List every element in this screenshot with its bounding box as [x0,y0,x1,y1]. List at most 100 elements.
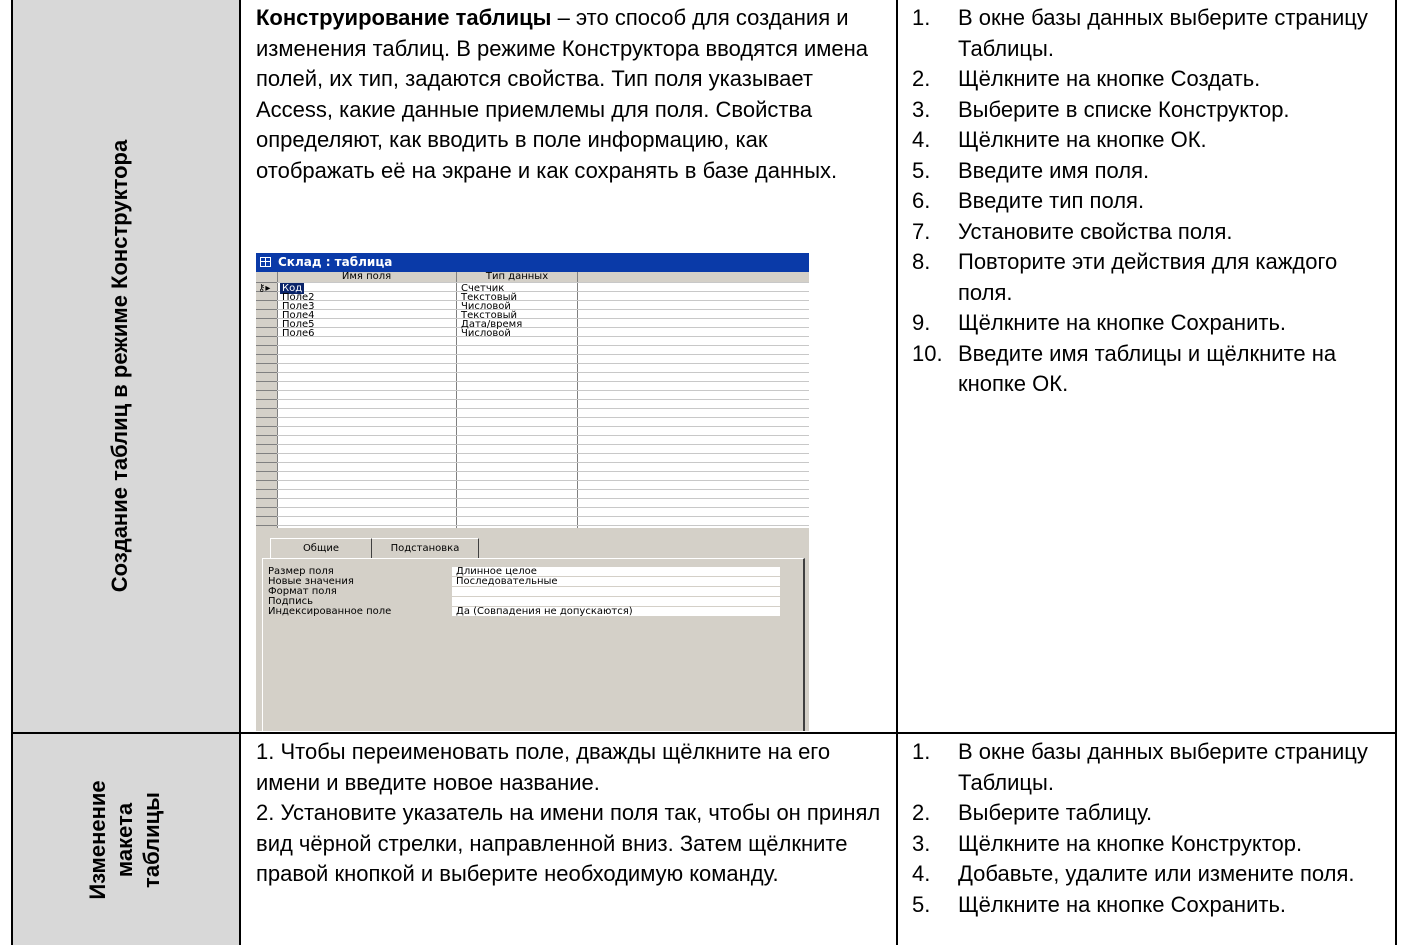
selector-row-line [256,462,277,463]
grid-row-line [256,489,809,490]
selector-row-line [256,471,277,472]
selector-row-line [256,327,277,328]
selector-row-line [256,336,277,337]
tab-general: Общие [270,538,372,559]
selector-row-line [256,426,277,427]
row1-description-text: – это способ для создания и изменения та… [256,5,869,183]
selector-row-line [256,435,277,436]
selector-row-line [256,363,277,364]
row1-description-term: Конструирование таблицы [256,5,552,30]
grid-row-line [256,318,809,319]
property-value-2: Последовательные [452,577,780,587]
field-type-6: Числовой [461,328,511,339]
grid-row-line [256,399,809,400]
row2-paragraph-2: 2. Установите указатель на имени поля та… [256,800,881,886]
list-item: 4. Щёлкните на кнопке ОК. [912,127,1207,152]
row2-label-line3: таблицы [139,792,164,888]
column-header-data-type: Тип данных [485,271,549,282]
selector-row-line [256,480,277,481]
table-border-col1 [239,0,241,945]
row2-paragraph-1: 1. Чтобы переименовать поле, дважды щёлк… [256,739,831,795]
selector-row-line [256,354,277,355]
grid-row-line [256,372,809,373]
grid-row-line [256,309,809,310]
grid-row-line [256,381,809,382]
selector-row-line [256,498,277,499]
grid-row-line [256,444,809,445]
primary-key-icon: ⚷▸ [258,283,271,294]
property-value-5: Да (Совпадения не допускаются) [452,607,780,617]
list-item: 6. Введите тип поля. [912,188,1145,213]
row2-steps-list: 1. В окне базы данных выберите страницу Т… [912,737,1390,920]
row1-steps-list: 1. В окне базы данных выберите страницу Т… [912,3,1390,400]
selector-row-line [256,408,277,409]
selector-row-line [256,300,277,301]
field-grid: Имя поля Тип данных ⚷▸ Код Счетчик Поле2… [256,271,809,528]
column-header-field-name: Имя поля [341,271,392,282]
selector-row-line [256,399,277,400]
list-item: 1. В окне базы данных выберите страницу Т… [912,5,1368,61]
grid-row-line [256,426,809,427]
selector-row-line [256,309,277,310]
table-icon [260,257,271,267]
grid-row-line [256,471,809,472]
row2-vertical-label: Изменение макета таблицы [84,760,168,920]
list-item: 7. Установите свойства поля. [912,218,1233,244]
row1-description: Конструирование таблицы – это способ для… [256,3,886,186]
grid-row-line [256,525,809,526]
property-label-5: Индексированное поле [268,606,392,617]
list-item: 3. Выберите в списке Конструктор. [912,96,1290,122]
tab-lookup: Подстановка [372,538,479,559]
grid-row-line [256,354,809,355]
table-border-row [11,732,1397,734]
grid-row-line [256,390,809,391]
selector-row-line [256,390,277,391]
field-name-6: Поле6 [282,328,315,339]
designer-title: Склад : таблица [278,255,393,269]
list-item: 1. В окне базы данных выберите страницу Т… [912,739,1368,795]
grid-row-line [256,300,809,301]
grid-row-line [256,462,809,463]
selector-row-line [256,318,277,319]
grid-row-line [256,291,809,292]
selector-row-line [256,417,277,418]
row2-label-line1: Изменение [85,780,110,900]
grid-row-line [256,345,809,346]
grid-row-line [256,516,809,517]
table-designer-screenshot: Склад : таблица Имя поля Тип данных ⚷▸ К… [256,253,809,731]
selector-row-line [256,516,277,517]
list-item: 9. Щёлкните на кнопке Сохранить. [912,310,1287,335]
grid-row-line [256,507,809,508]
grid-row-line [256,453,809,454]
grid-row-line [256,417,809,418]
property-value-3 [452,587,780,597]
list-item: 2. Щёлкните на кнопке Создать. [912,66,1261,91]
grid-row-line [256,408,809,409]
selector-row-line [256,507,277,508]
row2-description: 1. Чтобы переименовать поле, дважды щёлк… [256,737,888,890]
table-border-left [11,0,13,945]
list-item: 5. Щёлкните на кнопке Сохранить. [912,891,1287,917]
list-item: 8. Повторите эти действия для каждого пол… [912,249,1338,305]
selector-row-line [256,381,277,382]
table-border-right [1395,0,1397,945]
grid-row-line [256,327,809,328]
grid-row-line [256,282,809,283]
grid-row-line [256,480,809,481]
selector-row-line [256,453,277,454]
selector-row-line [256,372,277,373]
list-item: 5. Введите имя поля. [912,157,1150,183]
row2-label-line2: макета [112,802,137,878]
list-item: 3. Щёлкните на кнопке Конструктор. [912,830,1303,856]
grid-row-line [256,363,809,364]
list-item: 10. Введите имя таблицы и щёлкните на кно… [912,340,1337,397]
list-item: 4. Добавьте, удалите или измените поля. [912,861,1355,886]
grid-row-line [256,336,809,337]
field-properties-panel: Общие Подстановка Размер поля Длинное це… [262,538,809,731]
list-item: 2. Выберите таблицу. [912,800,1153,825]
selector-row-line [256,525,277,526]
grid-row-line [256,435,809,436]
row1-vertical-label: Создание таблиц в режиме Конструктора [107,139,132,593]
selector-row-line [256,345,277,346]
grid-row-line [256,498,809,499]
